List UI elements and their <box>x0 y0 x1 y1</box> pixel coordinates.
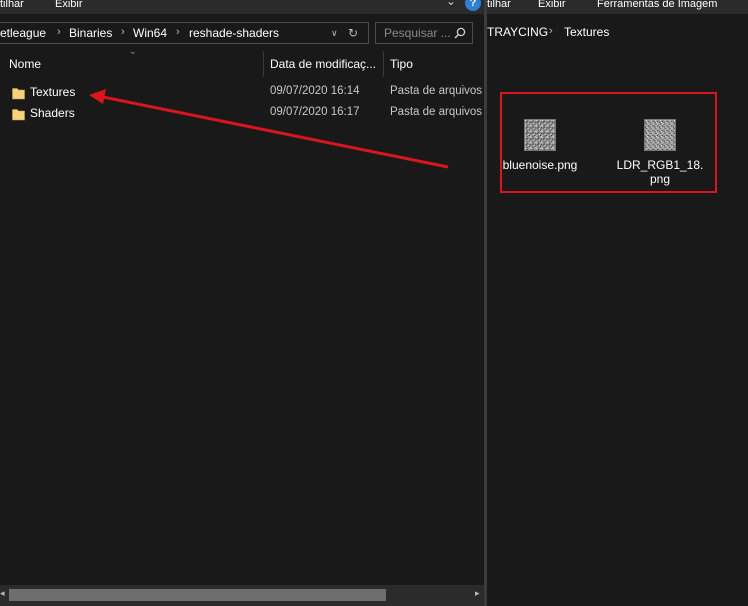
search-placeholder: Pesquisar ... <box>384 26 451 40</box>
column-label: Data de modificaç... <box>270 57 377 71</box>
horizontal-scrollbar[interactable]: ◂ ▸ <box>0 585 486 606</box>
scrollbar-thumb[interactable] <box>9 589 386 601</box>
refresh-icon[interactable]: ↻ <box>348 26 358 40</box>
breadcrumb-separator: › <box>57 26 61 38</box>
folder-icon <box>12 88 25 100</box>
item-date: 09/07/2020 16:14 <box>270 85 360 97</box>
list-item[interactable]: Shaders 09/07/2020 16:17 Pasta de arquiv… <box>0 104 486 124</box>
item-name: Textures <box>30 85 76 99</box>
search-icon[interactable] <box>454 27 466 39</box>
item-name: Shaders <box>30 106 75 120</box>
breadcrumb-separator: › <box>121 26 125 38</box>
chevron-down-icon[interactable]: ∨ <box>331 28 338 39</box>
item-type: Pasta de arquivos <box>390 106 483 118</box>
breadcrumb-separator: › <box>549 25 553 37</box>
breadcrumb-raytracing[interactable]: TRAYCING <box>487 25 548 39</box>
annotation-highlight-box <box>500 92 717 193</box>
menu-ferramentas-de-imagem[interactable]: Ferramentas de Imagem <box>597 0 717 10</box>
column-label: Tipo <box>390 57 413 71</box>
menu-compartilhar[interactable]: tilhar <box>487 0 511 10</box>
breadcrumb-binaries[interactable]: Binaries <box>69 26 112 40</box>
breadcrumb-rocketleague[interactable]: etleague <box>0 26 46 40</box>
left-address-bar[interactable]: etleague › Binaries › Win64 › reshade-sh… <box>0 22 369 44</box>
right-menubar: tilhar Exibir Ferramentas de Imagem <box>487 0 748 14</box>
menu-exibir[interactable]: Exibir <box>55 0 83 10</box>
item-type: Pasta de arquivos <box>390 85 483 97</box>
breadcrumb-win64[interactable]: Win64 <box>133 26 167 40</box>
left-menubar: tilhar Exibir <box>0 0 486 14</box>
left-explorer-window: tilhar Exibir etleague › Binaries › Win6… <box>0 0 486 606</box>
column-label: Nome <box>9 57 42 71</box>
menu-exibir[interactable]: Exibir <box>538 0 566 10</box>
scroll-right-icon[interactable]: ▸ <box>475 588 480 599</box>
chevron-down-icon[interactable]: ⌄ <box>446 0 456 8</box>
folder-icon <box>12 109 25 121</box>
right-explorer-window: tilhar Exibir Ferramentas de Imagem TRAY… <box>487 0 748 606</box>
search-box[interactable]: Pesquisar ... <box>375 22 473 44</box>
list-item[interactable]: Textures 09/07/2020 16:14 Pasta de arqui… <box>0 83 486 103</box>
menu-compartilhar[interactable]: tilhar <box>0 0 24 10</box>
scroll-left-icon[interactable]: ◂ <box>0 588 5 599</box>
breadcrumb-textures[interactable]: Textures <box>564 25 609 39</box>
column-header-date[interactable]: Data de modificaç... <box>264 51 383 77</box>
column-header-type[interactable]: Tipo <box>384 51 484 77</box>
breadcrumb-reshade-shaders[interactable]: reshade-shaders <box>189 26 279 40</box>
column-header-name[interactable]: Nome <box>0 51 263 77</box>
breadcrumb-separator: › <box>176 26 180 38</box>
item-date: 09/07/2020 16:17 <box>270 106 360 118</box>
right-address-bar[interactable]: TRAYCING › Textures <box>487 22 748 44</box>
